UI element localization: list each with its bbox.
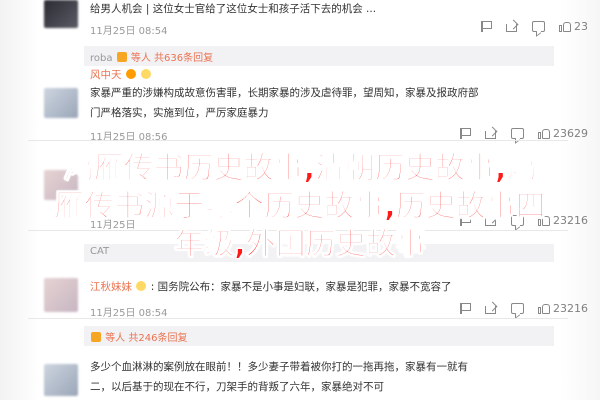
- like-count: 23216: [553, 302, 588, 315]
- avatar[interactable]: [44, 88, 78, 118]
- like-button[interactable]: 23629: [538, 127, 588, 140]
- flag-icon: [459, 303, 471, 314]
- comment-text-line2: 二，以后基于的现在不行，刀架手的背叛了六年，家暴绝对不可: [90, 381, 384, 393]
- share-icon: [485, 303, 497, 314]
- reply-summary[interactable]: 等人 共246条回复: [84, 326, 554, 346]
- share-icon: [506, 21, 518, 32]
- comment-text: 给男人机会 | 这位女士官给了这位女士和孩子活下去的机会 ...: [90, 3, 377, 15]
- share-icon: [485, 128, 497, 139]
- comment-time: 11月25日 08:54: [90, 26, 168, 37]
- comment-icon: [511, 303, 524, 314]
- like-button[interactable]: 23: [559, 20, 588, 33]
- comment-user[interactable]: 江秋妹妹: [90, 281, 132, 293]
- comment-text-line2: 门严格落实，实施到位，严厉家庭暴力: [90, 107, 269, 119]
- comment-text-line1: 多少个血淋淋的案例放在眼前！！多少妻子带着被你打的一拖再拖，家暴有一就有: [90, 361, 468, 373]
- avatar[interactable]: [44, 278, 78, 312]
- share-button[interactable]: [506, 21, 518, 32]
- reply-extra: 等人 共636条回复: [130, 53, 214, 64]
- comment-user[interactable]: 风中天: [90, 69, 122, 81]
- overlay-line: 年级,外国历史故事: [174, 227, 426, 263]
- share-button[interactable]: [485, 303, 497, 314]
- comment-text: : 国务院公布：家暴不是小事是妇联，家暴是犯罪，家暴不宽容了: [150, 281, 452, 293]
- emoji-icon: [141, 69, 152, 79]
- report-button[interactable]: [459, 303, 471, 314]
- comment-actions: 23216: [459, 302, 588, 315]
- share-button[interactable]: [485, 128, 497, 139]
- avatar[interactable]: [44, 0, 78, 28]
- reply-summary[interactable]: roba 等人 共636条回复: [84, 46, 554, 66]
- thumbs-up-icon: [559, 21, 571, 32]
- reply-user: roba: [90, 53, 113, 64]
- like-button[interactable]: 23216: [538, 302, 588, 315]
- report-button[interactable]: [480, 21, 492, 32]
- comment-user-line: 风中天: [90, 68, 550, 82]
- verified-icon: [125, 69, 136, 79]
- avatar[interactable]: [44, 364, 78, 396]
- vip-icon: [91, 332, 101, 342]
- comment-icon: [532, 21, 545, 32]
- vip-icon: [116, 52, 127, 62]
- reply-extra: 等人 共246条回复: [105, 333, 188, 344]
- reply-button[interactable]: [532, 21, 545, 32]
- overlay-line: 鸿雁传书历史故事,清朝历史故事,鸿: [63, 151, 537, 187]
- flag-icon: [480, 21, 492, 32]
- divider: [28, 140, 568, 141]
- divider: [28, 318, 568, 319]
- comment-actions: 23: [480, 20, 588, 33]
- like-count: 23: [574, 20, 588, 33]
- comment-time: 11月25日 08:54: [90, 308, 168, 319]
- emoji-icon: [136, 281, 147, 291]
- comment-icon: [511, 128, 524, 139]
- reply-button[interactable]: [511, 303, 524, 314]
- reply-button[interactable]: [511, 128, 524, 139]
- like-count: 23629: [553, 127, 588, 140]
- report-button[interactable]: [459, 128, 471, 139]
- overlay-line: 雁传书源于哪个历史故事,历史故事四: [54, 189, 546, 225]
- flag-icon: [459, 128, 471, 139]
- comment-text-line1: 家暴严重的涉嫌构成故意伤害罪，长期家暴的涉及虐待罪，望周知，家暴及报政府部: [90, 87, 479, 99]
- overlay-headline: 鸿雁传书历史故事,清朝历史故事,鸿 雁传书源于哪个历史故事,历史故事四 年级,外…: [0, 150, 600, 264]
- thumbs-up-icon: [538, 128, 550, 139]
- thumbs-up-icon: [538, 303, 550, 314]
- comment-actions: 23629: [459, 127, 588, 140]
- comment-text-line: 江秋妹妹 : 国务院公布：家暴不是小事是妇联，家暴是犯罪，家暴不宽容了: [90, 280, 560, 294]
